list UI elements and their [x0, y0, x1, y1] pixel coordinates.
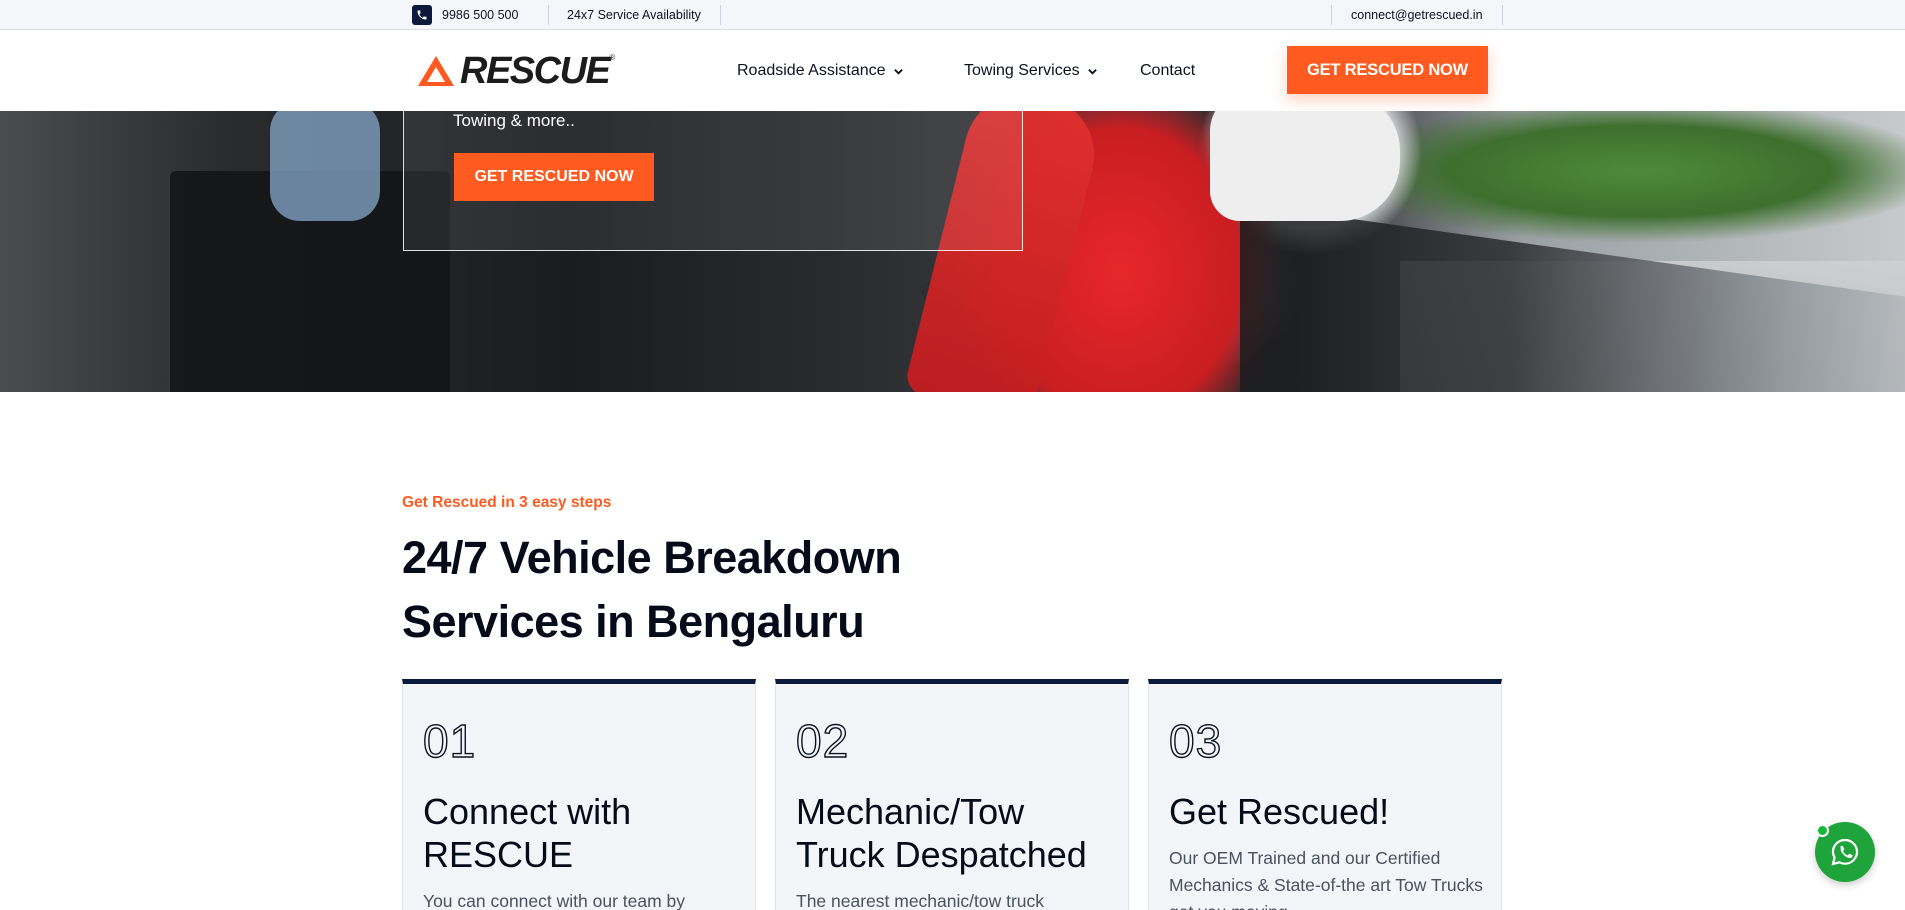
step-title: Mechanic/Tow Truck Despatched	[796, 791, 1087, 875]
hero-get-rescued-button[interactable]: GET RESCUED NOW	[454, 153, 654, 201]
logo-text: RESCUE	[460, 49, 611, 92]
step-card: 03 Get Rescued! Our OEM Trained and our …	[1148, 679, 1502, 910]
hero-image-car-body	[1240, 203, 1905, 392]
hero-banner: Towing & more.. GET RESCUED NOW	[0, 111, 1905, 392]
whatsapp-icon	[1831, 838, 1859, 866]
nav-contact[interactable]: Contact	[1140, 31, 1195, 111]
top-bar: 9986 500 500 24x7 Service Availability c…	[0, 0, 1905, 30]
chevron-down-icon	[893, 68, 903, 75]
hero-subtitle: Towing & more..	[453, 111, 575, 130]
logo[interactable]: RESCUE ®	[416, 49, 616, 92]
topbar-email[interactable]: connect@getrescued.in	[1351, 0, 1483, 30]
step-title: Connect with RESCUE	[423, 791, 632, 875]
topbar-divider	[720, 5, 721, 25]
step-card: 02 Mechanic/Tow Truck Despatched The nea…	[775, 679, 1129, 910]
topbar-divider	[548, 5, 549, 25]
topbar-phone[interactable]: 9986 500 500	[412, 0, 518, 30]
get-rescued-now-button[interactable]: GET RESCUED NOW	[1287, 46, 1488, 94]
nav-roadside-assistance[interactable]: Roadside Assistance	[737, 31, 904, 111]
hero-image-glove	[270, 111, 380, 221]
chevron-down-icon	[1087, 68, 1097, 75]
rescue-logo-icon	[418, 56, 454, 86]
topbar-divider	[1331, 5, 1332, 25]
step-description: You can connect with our team by	[423, 891, 686, 910]
phone-icon	[412, 5, 432, 25]
step-number: 02	[795, 714, 850, 767]
nav-label: Contact	[1140, 62, 1196, 79]
step-number: 01	[422, 714, 477, 767]
section-title: 24/7 Vehicle Breakdown Services in Benga…	[402, 532, 902, 647]
step-description: Our OEM Trained and our Certified Mechan…	[1169, 848, 1483, 910]
topbar-divider	[1502, 5, 1503, 25]
topbar-availability: 24x7 Service Availability	[567, 8, 701, 22]
step-description: The nearest mechanic/tow truck	[796, 891, 1045, 910]
nav-towing-services[interactable]: Towing Services	[964, 31, 1098, 111]
hero-image-glove	[1210, 111, 1400, 221]
site-header: RESCUE ® Roadside Assistance Towing Serv…	[0, 31, 1905, 111]
online-indicator	[1816, 824, 1829, 837]
step-card: 01 Connect with RESCUE You can connect w…	[402, 679, 756, 910]
topbar-phone-number: 9986 500 500	[442, 8, 519, 22]
step-title: Get Rescued!	[1169, 791, 1390, 832]
step-number: 03	[1168, 714, 1223, 767]
nav-label: Roadside Assistance	[737, 62, 886, 79]
logo-registered-mark: ®	[609, 53, 616, 62]
section-eyebrow: Get Rescued in 3 easy steps	[402, 494, 612, 511]
nav-label: Towing Services	[964, 62, 1080, 79]
